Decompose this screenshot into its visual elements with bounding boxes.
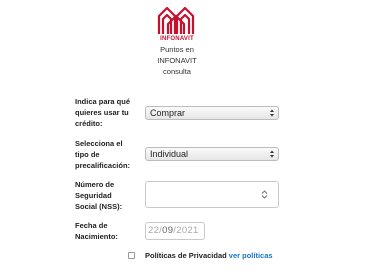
- precalification-select[interactable]: Individual: [145, 147, 279, 161]
- birth-date-month[interactable]: 09: [162, 225, 173, 236]
- select-arrows-icon: [270, 150, 274, 158]
- credit-use-value: Comprar: [150, 108, 186, 118]
- privacy-checkbox[interactable]: [128, 252, 135, 259]
- credit-use-label: Indica para qué quieres usar tu crédito:: [75, 97, 131, 128]
- page-subtitle: Puntos en INFONAVIT consulta: [157, 45, 197, 76]
- credit-use-select[interactable]: Comprar: [145, 106, 279, 120]
- spinner-icon[interactable]: [261, 190, 268, 199]
- privacy-line: Políticas de Privacidad ver políticas: [145, 250, 273, 261]
- logo-text: INFONAVIT: [160, 36, 194, 42]
- precalification-value: Individual: [150, 149, 189, 159]
- nss-input[interactable]: [145, 181, 279, 208]
- birth-date-day[interactable]: 22: [148, 225, 159, 236]
- birth-date-input[interactable]: 22/09/2021: [145, 222, 205, 240]
- birth-date-year[interactable]: 2021: [176, 225, 198, 236]
- nss-label: Número de Seguridad Social (NSS):: [75, 180, 123, 211]
- privacy-link[interactable]: ver políticas: [229, 251, 273, 260]
- birth-date-label: Fecha de Nacimiento:: [75, 221, 118, 241]
- privacy-label: Políticas de Privacidad: [145, 251, 227, 260]
- precalification-label: Selecciona el tipo de precalificación:: [75, 139, 131, 170]
- select-arrows-icon: [270, 109, 274, 117]
